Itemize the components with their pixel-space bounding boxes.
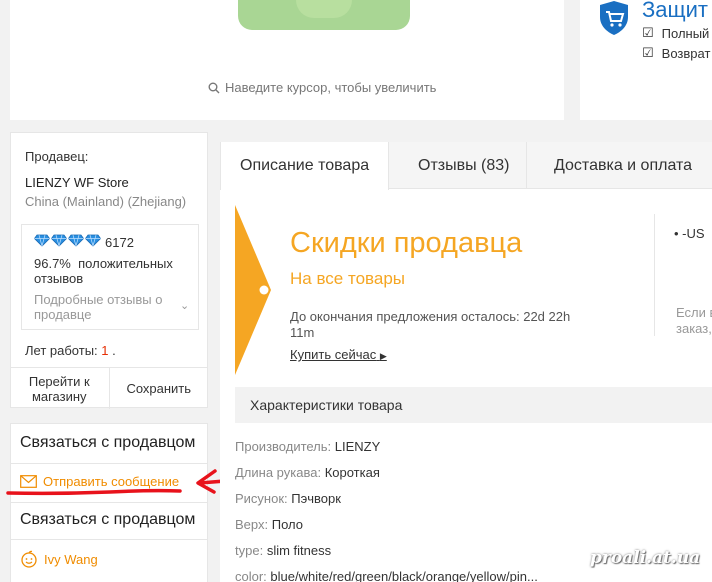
spec-row: Длина рукава: Короткая xyxy=(235,465,380,480)
protection-item: ☑ Возврат xyxy=(642,45,711,61)
tab-description[interactable]: Описание товара xyxy=(220,142,390,190)
promo-flag-icon xyxy=(235,205,271,375)
save-store-button[interactable]: Сохранить xyxy=(110,368,209,409)
send-message-label: Отправить сообщение xyxy=(43,474,180,489)
contact-title: Связаться с продавцом xyxy=(20,511,196,528)
tab-bar: Описание товара Отзывы (83) Доставка и о… xyxy=(220,142,712,190)
years-in-business: Лет работы: 1 . xyxy=(25,343,116,358)
check-icon: ☑ xyxy=(642,25,654,40)
zoom-hint-text: Наведите курсор, чтобы увеличить xyxy=(225,80,437,95)
divider xyxy=(11,539,207,540)
feedback-score: 6172 xyxy=(105,235,134,250)
divider xyxy=(654,214,655,336)
promo-countdown: До окончания предложения осталось: 22d 2… xyxy=(290,309,571,340)
product-details: Описание товара Отзывы (83) Доставка и о… xyxy=(220,142,712,582)
seller-rating: 6172 96.7% положительных отзывов Подробн… xyxy=(21,224,199,330)
tab-shipping[interactable]: Доставка и оплата xyxy=(526,142,692,189)
promo-title: Скидки продавца xyxy=(290,227,523,259)
shield-cart-icon xyxy=(600,1,628,35)
search-icon xyxy=(208,82,220,93)
seller-actions: Перейти к магазину Сохранить xyxy=(10,367,208,409)
store-name[interactable]: LIENZY WF Store xyxy=(25,175,129,190)
agent-smiley-icon xyxy=(21,550,37,568)
caret-right-icon: ▶ xyxy=(379,351,387,361)
positive-feedback: 96.7% положительных отзывов xyxy=(34,256,194,286)
product-image[interactable] xyxy=(238,0,410,30)
product-gallery: Наведите курсор, чтобы увеличить xyxy=(10,0,564,120)
promo-note: Если в заказ, xyxy=(676,305,712,336)
spec-row: Рисунок: Пэчворк xyxy=(235,491,341,506)
divider xyxy=(11,463,207,464)
contact-seller-panel-2: Связаться с продавцом Ivy Wang xyxy=(10,503,208,582)
tab-reviews[interactable]: Отзывы (83) xyxy=(418,142,510,189)
buy-now-link[interactable]: Купить сейчас ▶ xyxy=(290,347,387,362)
agent-link[interactable]: Ivy Wang xyxy=(20,550,98,568)
envelope-icon xyxy=(20,475,37,488)
seller-label: Продавец: xyxy=(25,149,89,164)
zoom-hint: Наведите курсор, чтобы увеличить xyxy=(208,80,436,95)
seller-level-badge xyxy=(34,234,101,247)
diamond-icon xyxy=(51,234,67,247)
send-message-link[interactable]: Отправить сообщение xyxy=(20,474,179,489)
visit-store-button[interactable]: Перейти к магазину xyxy=(10,368,110,409)
check-icon: ☑ xyxy=(642,45,654,60)
buyer-protection: Защит ☑ Полный ☑ Возврат xyxy=(580,0,712,120)
contact-title: Связаться с продавцом xyxy=(20,434,196,451)
years-value: 1 xyxy=(101,343,109,358)
promo-subtitle: На все товары xyxy=(290,269,405,288)
diamond-icon xyxy=(68,234,84,247)
agent-name: Ivy Wang xyxy=(44,551,98,567)
spec-row: color: blue/white/red/green/black/orange… xyxy=(235,569,538,582)
protection-item: ☑ Полный xyxy=(642,25,710,41)
spec-row: Производитель: LIENZY xyxy=(235,439,381,454)
diamond-icon xyxy=(85,234,101,247)
seller-card: Продавец: LIENZY WF Store China (Mainlan… xyxy=(10,132,208,409)
spec-row: Верх: Поло xyxy=(235,517,303,532)
diamond-icon xyxy=(34,234,50,247)
positive-percent: 96.7% xyxy=(34,256,71,271)
protection-title: Защит xyxy=(642,0,708,22)
promo-offer-item: • -US xyxy=(674,226,705,241)
store-location: China (Mainland) (Zhejiang) xyxy=(25,194,187,209)
contact-seller-panel: Связаться с продавцом Отправить сообщени… xyxy=(10,423,208,503)
site-watermark: proali.at.ua xyxy=(590,548,701,568)
detailed-feedback-link[interactable]: Подробные отзывы о продавце xyxy=(34,292,184,322)
specs-header: Характеристики товара xyxy=(235,387,712,423)
chevron-down-icon[interactable]: ⌄ xyxy=(180,299,189,312)
spec-row: type: slim fitness xyxy=(235,543,332,558)
